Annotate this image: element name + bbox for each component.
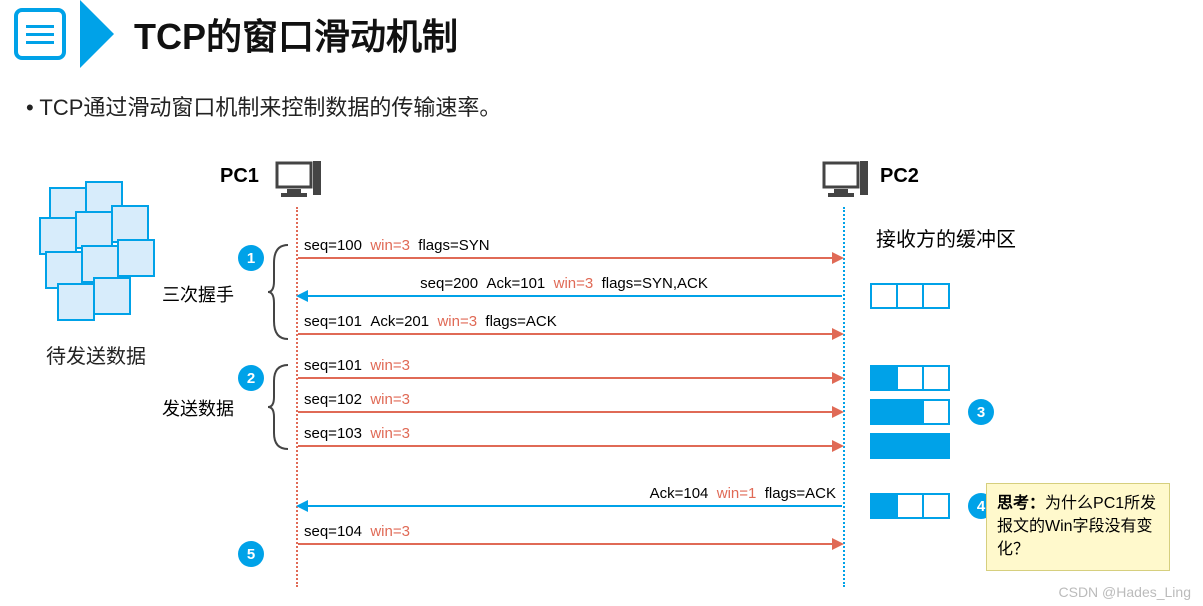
buffer-state (870, 399, 948, 425)
header-icon-group (0, 0, 114, 68)
buffer-cell (922, 493, 950, 519)
sequence-diagram: PC1 PC2 接收方的缓冲区 1 三次握手 seq=100 win=3 fla… (170, 165, 1180, 595)
buffer-cell (922, 399, 950, 425)
phase-badge-2: 2 (238, 365, 264, 391)
note-bold: 思考： (997, 495, 1045, 512)
phase-label-send: 发送数据 (162, 395, 234, 421)
chevron-right-icon (80, 0, 114, 68)
buffer-cell (870, 493, 898, 519)
msg-arrow: seq=104 win=3 (298, 543, 842, 545)
pc1-label: PC1 (220, 165, 259, 188)
computer-icon (275, 161, 321, 205)
buffer-state (870, 283, 948, 309)
document-icon (14, 8, 66, 60)
buffer-cell (870, 399, 898, 425)
bracket-icon (268, 243, 292, 346)
msg-arrow: seq=101 win=3 (298, 377, 842, 379)
thinking-note: 思考：为什么PC1所发报文的Win字段没有变化？ (986, 483, 1170, 571)
msg-arrow: Ack=104 win=1 flags=ACK (298, 505, 842, 507)
buffer-cell (870, 365, 898, 391)
phase-badge-3: 3 (968, 399, 994, 425)
buffer-cell (896, 365, 924, 391)
buffer-title: 接收方的缓冲区 (876, 223, 1016, 252)
buffer-state (870, 365, 948, 391)
buffer-cell (922, 283, 950, 309)
phase-label-handshake: 三次握手 (162, 281, 234, 307)
buffer-cell (896, 283, 924, 309)
bracket-icon (268, 363, 292, 456)
computer-icon (822, 161, 868, 205)
buffer-state (870, 493, 948, 519)
buffer-cell (870, 433, 898, 459)
buffer-cell (922, 365, 950, 391)
slide-title: TCP的窗口滑动机制 (134, 8, 458, 60)
buffer-cell (922, 433, 950, 459)
watermark: CSDN @Hades_Ling (1059, 584, 1192, 600)
buffer-cell (870, 283, 898, 309)
pc2-label: PC2 (880, 165, 919, 188)
pending-data-graphic: 待发送数据 (36, 180, 156, 369)
msg-arrow: seq=100 win=3 flags=SYN (298, 257, 842, 259)
msg-arrow: seq=101 Ack=201 win=3 flags=ACK (298, 333, 842, 335)
slide-header: TCP的窗口滑动机制 (0, 0, 1203, 68)
phase-badge-1: 1 (238, 245, 264, 271)
phase-badge-5: 5 (238, 541, 264, 567)
pc1-lifeline (296, 207, 298, 587)
msg-arrow: seq=102 win=3 (298, 411, 842, 413)
slide-subtitle: TCP通过滑动窗口机制来控制数据的传输速率。 (26, 90, 1203, 122)
msg-arrow: seq=103 win=3 (298, 445, 842, 447)
buffer-cell (896, 433, 924, 459)
buffer-cell (896, 399, 924, 425)
buffer-cell (896, 493, 924, 519)
msg-arrow: seq=200 Ack=101 win=3 flags=SYN,ACK (298, 295, 842, 297)
buffer-state (870, 433, 948, 459)
pending-data-label: 待发送数据 (36, 340, 156, 369)
